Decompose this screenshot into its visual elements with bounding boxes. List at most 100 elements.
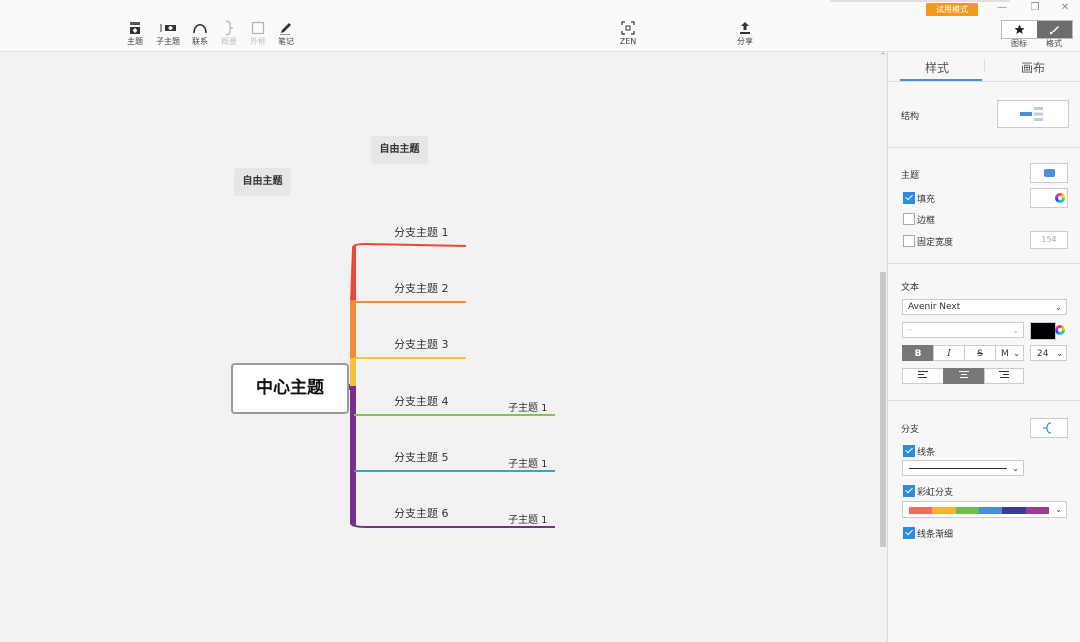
align-left-icon bbox=[918, 371, 928, 378]
topic-section-label: 主题 bbox=[901, 171, 920, 181]
bold-button[interactable]: B bbox=[902, 345, 934, 361]
chevron-down-icon: ⌄ bbox=[1012, 326, 1019, 335]
align-center-icon bbox=[959, 371, 969, 378]
format-panel: 样式 画布 结构 主题 填充 边框 固定宽度 154 文本 Avenir Nex… bbox=[887, 52, 1080, 642]
tab-style[interactable]: 样式 bbox=[925, 59, 949, 76]
chevron-down-icon: ⌄ bbox=[1055, 303, 1062, 312]
rainbow-branch-label: 彩虹分支 bbox=[917, 488, 954, 498]
icon-format-toggle bbox=[1001, 20, 1073, 39]
border-label: 边框 bbox=[917, 216, 936, 226]
subtopic-node[interactable]: 子主题 1 bbox=[508, 455, 548, 470]
restore-window-icon[interactable]: ❐ bbox=[1026, 1, 1044, 15]
trunk-segment-4 bbox=[350, 386, 356, 527]
branch-connector-icon bbox=[1043, 422, 1052, 434]
text-color-swatch[interactable] bbox=[1030, 322, 1056, 340]
canvas-scrollbar[interactable]: ^ bbox=[879, 52, 887, 642]
fixed-width-label: 固定宽度 bbox=[917, 238, 954, 248]
fill-checkbox[interactable] bbox=[903, 192, 915, 204]
taper-line-label: 线条渐细 bbox=[917, 530, 954, 540]
palette-swatch bbox=[932, 507, 956, 514]
branch-lines bbox=[345, 242, 555, 528]
scrollbar-thumb[interactable] bbox=[880, 272, 886, 547]
more-format-label: M bbox=[1001, 349, 1009, 359]
close-window-icon[interactable]: ✕ bbox=[1056, 1, 1074, 15]
divider bbox=[888, 263, 1080, 264]
trial-mode-button[interactable]: 试用模式 bbox=[926, 3, 978, 16]
subtopic-node[interactable]: 子主题 1 bbox=[508, 399, 548, 414]
chevron-down-icon: ⌄ bbox=[1013, 349, 1020, 358]
structure-selector[interactable] bbox=[997, 100, 1069, 128]
align-right-icon bbox=[999, 371, 1009, 378]
font-size-select[interactable]: 24 ⌄ bbox=[1030, 345, 1067, 361]
fill-label: 填充 bbox=[917, 195, 936, 205]
border-checkbox[interactable] bbox=[903, 213, 915, 225]
branch-topic-3[interactable]: 分支主题 3 bbox=[394, 336, 449, 352]
rainbow-branch-checkbox[interactable] bbox=[903, 485, 915, 497]
divider bbox=[888, 147, 1080, 148]
subtopic-node[interactable]: 子主题 1 bbox=[508, 511, 548, 526]
free-topic[interactable]: 自由主题 bbox=[234, 168, 291, 196]
font-weight-select[interactable]: - ⌄ bbox=[902, 322, 1024, 338]
chevron-down-icon: ⌄ bbox=[1056, 349, 1063, 358]
trunk-segment-3 bbox=[350, 358, 356, 387]
icon-tab[interactable] bbox=[1002, 21, 1037, 38]
branch-style-selector[interactable] bbox=[1030, 418, 1068, 438]
minimize-window-icon[interactable]: — bbox=[993, 1, 1011, 15]
topic-shape-selector[interactable] bbox=[1030, 163, 1068, 183]
align-right-button[interactable] bbox=[984, 368, 1024, 384]
text-section-label: 文本 bbox=[901, 283, 920, 293]
line-checkbox[interactable] bbox=[903, 445, 915, 457]
branch-topic-1[interactable]: 分支主题 1 bbox=[394, 224, 449, 240]
free-topic[interactable]: 自由主题 bbox=[371, 136, 428, 164]
palette-swatch bbox=[1025, 507, 1049, 514]
italic-button[interactable]: I bbox=[933, 345, 965, 361]
fixed-width-checkbox[interactable] bbox=[903, 235, 915, 247]
color-wheel-icon bbox=[1055, 193, 1065, 203]
brush-icon bbox=[1049, 26, 1059, 35]
fill-color-picker[interactable] bbox=[1030, 188, 1068, 208]
topic-shape-icon bbox=[1044, 169, 1055, 177]
branch-topic-2[interactable]: 分支主题 2 bbox=[394, 280, 449, 296]
branch-section-label: 分支 bbox=[901, 425, 920, 435]
chevron-down-icon: ⌄ bbox=[1012, 464, 1019, 473]
strikethrough-button[interactable]: S bbox=[964, 345, 996, 361]
line-label: 线条 bbox=[917, 448, 936, 458]
trunk-segment-1 bbox=[350, 245, 356, 304]
rainbow-palette-select[interactable]: ⌄ bbox=[902, 501, 1067, 518]
panel-tabs: 样式 画布 bbox=[888, 52, 1080, 82]
tabs-border bbox=[888, 81, 1080, 82]
tab-divider bbox=[984, 60, 985, 73]
fixed-width-input[interactable]: 154 bbox=[1030, 231, 1068, 249]
font-family-value: Avenir Next bbox=[908, 302, 961, 312]
palette-swatch bbox=[909, 507, 933, 514]
star-icon bbox=[1014, 24, 1025, 34]
tab-canvas[interactable]: 画布 bbox=[1021, 59, 1045, 76]
format-label: 格式 bbox=[1046, 39, 1062, 48]
chevron-down-icon: ⌄ bbox=[1055, 505, 1062, 514]
trunk-segment-2 bbox=[350, 300, 356, 360]
branch-topic-6[interactable]: 分支主题 6 bbox=[394, 505, 449, 521]
color-wheel-icon[interactable] bbox=[1055, 325, 1065, 335]
palette-swatch bbox=[1002, 507, 1026, 514]
font-weight-value: - bbox=[908, 325, 912, 335]
branch-line-1 bbox=[353, 242, 467, 247]
structure-label: 结构 bbox=[901, 112, 920, 122]
font-size-value: 24 bbox=[1037, 349, 1049, 359]
more-format-button[interactable]: M ⌄ bbox=[995, 345, 1024, 361]
taper-line-checkbox[interactable] bbox=[903, 527, 915, 539]
scroll-up-icon[interactable]: ^ bbox=[879, 52, 887, 62]
align-left-button[interactable] bbox=[902, 368, 944, 384]
format-tab[interactable] bbox=[1037, 21, 1072, 38]
font-family-select[interactable]: Avenir Next ⌄ bbox=[902, 299, 1067, 315]
branch-topic-4[interactable]: 分支主题 4 bbox=[394, 393, 449, 409]
line-style-select[interactable]: ⌄ bbox=[902, 460, 1024, 476]
branch-topic-5[interactable]: 分支主题 5 bbox=[394, 449, 449, 465]
line-style-preview bbox=[909, 468, 1007, 469]
palette-swatch bbox=[978, 507, 1003, 514]
structure-map-icon bbox=[1020, 107, 1043, 121]
central-topic[interactable]: 中心主题 bbox=[231, 363, 349, 414]
divider bbox=[888, 400, 1080, 401]
rainbow-palette-preview bbox=[909, 507, 1049, 514]
palette-swatch bbox=[955, 507, 979, 514]
align-center-button[interactable] bbox=[943, 368, 985, 384]
